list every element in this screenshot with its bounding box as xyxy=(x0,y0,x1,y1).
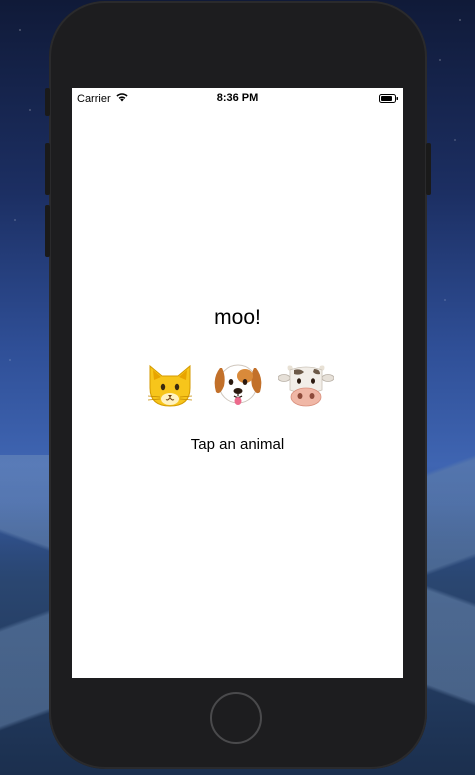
status-bar: Carrier 8:36 PM xyxy=(72,88,403,108)
sound-label: moo! xyxy=(214,306,261,329)
volume-up-button xyxy=(45,143,50,195)
mute-switch xyxy=(45,88,50,116)
app-screen: Carrier 8:36 PM moo! Tap an animal xyxy=(72,88,403,678)
power-button xyxy=(426,143,431,195)
battery-icon xyxy=(379,94,398,103)
cat-face-icon xyxy=(142,364,198,415)
status-time: 8:36 PM xyxy=(216,92,259,104)
home-button[interactable] xyxy=(210,692,262,744)
instruction-label: Tap an animal xyxy=(190,436,285,453)
cow-button[interactable] xyxy=(277,356,334,415)
dog-face-icon xyxy=(210,364,266,415)
content-stack: moo! Tap an animal xyxy=(72,303,403,453)
volume-down-button xyxy=(45,205,50,257)
animal-buttons-row xyxy=(72,356,403,416)
cat-button[interactable] xyxy=(142,356,198,412)
dog-button[interactable] xyxy=(210,356,266,412)
cow-face-icon xyxy=(277,365,334,415)
